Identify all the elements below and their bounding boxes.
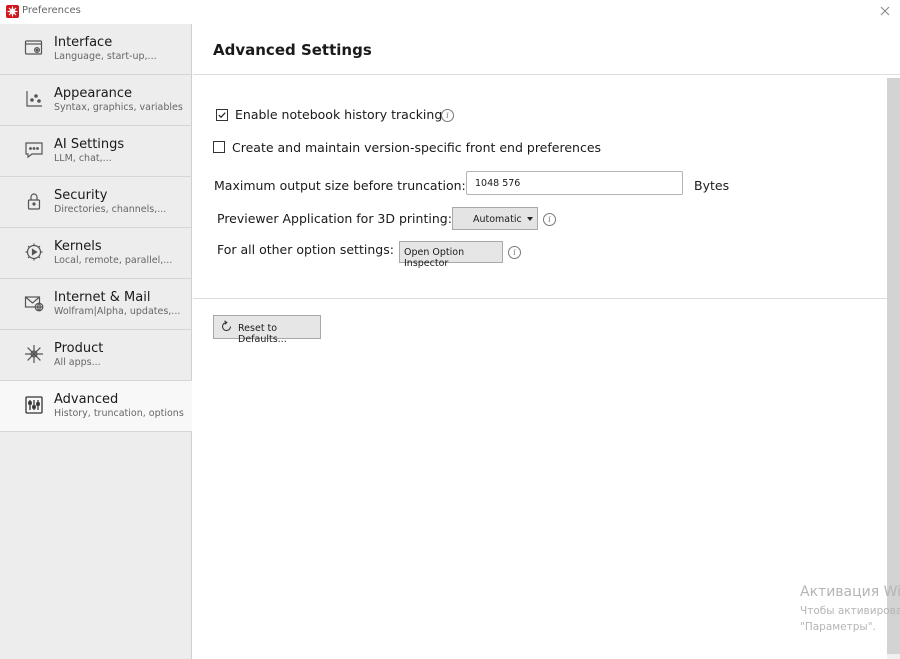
sidebar-item-sublabel: Local, remote, parallel,... xyxy=(54,255,173,266)
sidebar-item-sublabel: Directories, channels,... xyxy=(54,204,167,215)
reset-defaults-button[interactable]: Reset to Defaults... xyxy=(213,315,321,345)
max-output-unit: Bytes xyxy=(694,178,730,193)
version-prefs-label: Create and maintain version-specific fro… xyxy=(232,140,602,155)
sidebar-item-label: Kernels xyxy=(54,239,102,254)
refresh-icon xyxy=(220,320,233,333)
previewer-selected: Automatic xyxy=(473,214,522,225)
activation-watermark-line: Чтобы активироват xyxy=(800,605,900,617)
sidebar-item-ai-settings[interactable]: AI Settings LLM, chat,... xyxy=(0,126,192,177)
title-bar: Preferences xyxy=(0,0,900,24)
snowflake-icon xyxy=(24,344,44,364)
sidebar-item-sublabel: Syntax, graphics, variables xyxy=(54,102,183,113)
page-title: Advanced Settings xyxy=(213,41,372,59)
sliders-icon xyxy=(24,395,44,415)
window-title: Preferences xyxy=(22,5,81,16)
previewer-label: Previewer Application for 3D printing: xyxy=(217,211,452,226)
previewer-dropdown[interactable]: Automatic xyxy=(452,207,538,230)
sidebar-item-internet-mail[interactable]: Internet & Mail Wolfram|Alpha, updates,.… xyxy=(0,279,192,330)
sidebar-item-label: Security xyxy=(54,188,108,203)
sidebar-item-kernels[interactable]: Kernels Local, remote, parallel,... xyxy=(0,228,192,279)
sidebar-item-label: Appearance xyxy=(54,86,133,101)
activation-watermark-title: Активация Wi xyxy=(800,584,900,600)
sidebar-item-label: Internet & Mail xyxy=(54,290,151,305)
main-panel: Advanced Settings Enable notebook histor… xyxy=(193,24,900,659)
sidebar: Interface Language, start-up,... Appeara… xyxy=(0,24,192,659)
sidebar-item-label: Product xyxy=(54,341,104,356)
sidebar-item-label: AI Settings xyxy=(54,137,125,152)
divider xyxy=(193,298,887,299)
activation-watermark-line: "Параметры". xyxy=(800,621,876,633)
close-icon[interactable] xyxy=(878,3,892,17)
chart-icon xyxy=(24,89,44,109)
mail-globe-icon xyxy=(24,293,44,313)
history-checkbox[interactable] xyxy=(216,109,228,121)
sidebar-item-sublabel: LLM, chat,... xyxy=(54,153,112,164)
other-options-label: For all other option settings: xyxy=(217,242,394,257)
window-gear-icon xyxy=(24,38,44,58)
max-output-label: Maximum output size before truncation: xyxy=(214,178,466,193)
divider xyxy=(193,74,900,75)
sidebar-item-sublabel: Language, start-up,... xyxy=(54,51,157,62)
sidebar-item-sublabel: Wolfram|Alpha, updates,... xyxy=(54,306,181,317)
sidebar-item-label: Interface xyxy=(54,35,113,50)
open-option-inspector-button[interactable]: Open Option Inspector xyxy=(399,241,503,269)
sidebar-item-label: Advanced xyxy=(54,392,119,407)
reset-defaults-label: Reset to Defaults... xyxy=(238,323,287,345)
history-label: Enable notebook history tracking xyxy=(235,107,443,122)
version-prefs-checkbox[interactable] xyxy=(213,141,225,153)
sidebar-item-advanced[interactable]: Advanced History, truncation, options xyxy=(0,381,192,432)
sidebar-item-sublabel: All apps... xyxy=(54,357,101,368)
vertical-scrollbar[interactable] xyxy=(887,78,900,659)
sidebar-item-interface[interactable]: Interface Language, start-up,... xyxy=(0,24,192,75)
info-icon[interactable]: i xyxy=(508,246,521,259)
chat-bubble-icon xyxy=(24,140,44,160)
sidebar-item-security[interactable]: Security Directories, channels,... xyxy=(0,177,192,228)
sidebar-item-product[interactable]: Product All apps... xyxy=(0,330,192,381)
info-icon[interactable]: i xyxy=(441,109,454,122)
scrollbar-thumb[interactable] xyxy=(887,78,900,654)
lock-icon xyxy=(24,191,44,211)
chevron-down-icon xyxy=(527,217,533,221)
max-output-input[interactable]: 1048 576 xyxy=(466,171,683,195)
sidebar-item-appearance[interactable]: Appearance Syntax, graphics, variables xyxy=(0,75,192,126)
gear-play-icon xyxy=(24,242,44,262)
wolfram-spikey-icon xyxy=(6,5,19,18)
sidebar-item-sublabel: History, truncation, options xyxy=(54,408,184,419)
info-icon[interactable]: i xyxy=(543,213,556,226)
